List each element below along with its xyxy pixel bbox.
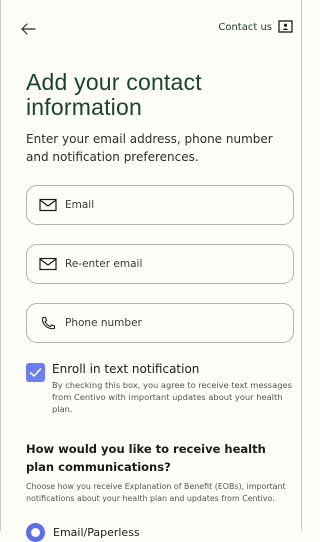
communications-question: How would you like to receive health pla… <box>26 442 266 474</box>
back-button[interactable] <box>19 20 37 38</box>
phone-number-placeholder: Phone number <box>65 317 142 329</box>
radio-option-email-paperless[interactable]: Email/Paperless <box>26 522 140 542</box>
text-notification-help: By checking this box, you agree to recei… <box>52 380 292 414</box>
screen: Contact us Add your contact information … <box>0 0 303 542</box>
reenter-email-field[interactable]: Re-enter email <box>26 244 294 284</box>
contact-us-link[interactable]: Contact us <box>218 20 293 34</box>
phone-icon <box>42 316 56 330</box>
contact-card-icon <box>278 20 293 33</box>
text-notification-label: Enroll in text notification <box>52 362 200 376</box>
mail-icon <box>39 198 57 212</box>
page-title: Add your contact information <box>26 69 202 120</box>
phone-number-field[interactable]: Phone number <box>26 303 294 343</box>
reenter-email-placeholder: Re-enter email <box>65 258 143 270</box>
email-placeholder: Email <box>65 199 95 211</box>
radio-button[interactable] <box>26 522 45 542</box>
text-notification-checkbox[interactable] <box>26 363 45 382</box>
top-bar: Contact us <box>1 0 303 50</box>
mail-icon <box>39 257 57 271</box>
radio-label: Email/Paperless <box>53 525 140 539</box>
page-subtitle: Enter your email address, phone number a… <box>26 132 273 164</box>
contact-us-label: Contact us <box>218 21 272 33</box>
email-field[interactable]: Email <box>26 185 294 225</box>
arrow-left-icon <box>21 23 36 35</box>
communications-help: Choose how you receive Explanation of Be… <box>26 482 286 503</box>
checkmark-icon <box>29 368 42 377</box>
